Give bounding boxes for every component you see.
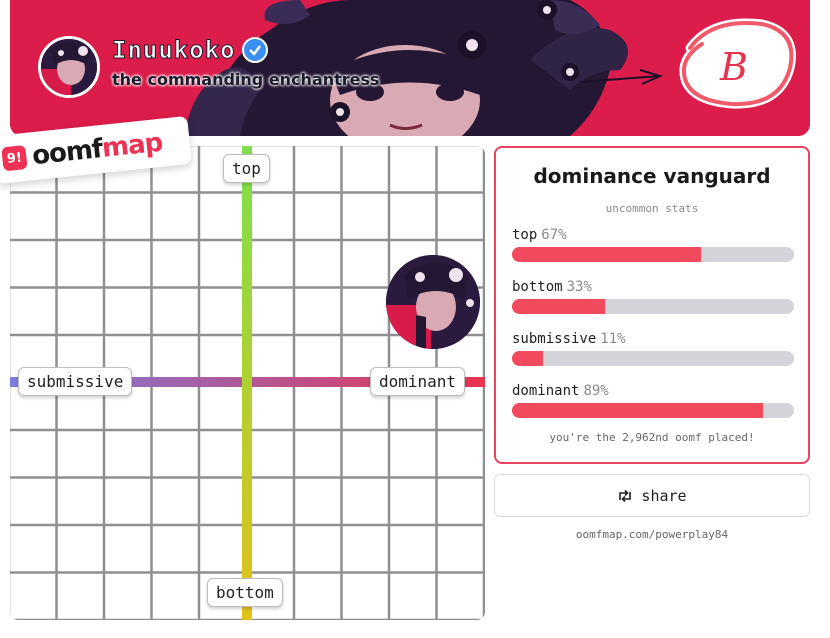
stat-percent: 33% xyxy=(566,279,592,295)
profile-avatar[interactable] xyxy=(38,36,100,98)
placement-count: you're the 2,962nd oomf placed! xyxy=(549,431,755,444)
logo-text-oomf: oomf xyxy=(30,134,104,172)
axis-label-submissive: submissive xyxy=(18,367,133,396)
result-subtitle: uncommon stats xyxy=(605,202,699,215)
stat-bottom: bottom 33% xyxy=(512,276,794,314)
stat-bar-fill xyxy=(512,299,606,314)
stat-label: bottom xyxy=(512,279,563,295)
grade-letter: B xyxy=(719,45,748,89)
alignment-chart: top bottom submissive dominant xyxy=(10,146,485,620)
axis-vertical xyxy=(242,146,252,620)
stat-bar-fill xyxy=(512,351,544,366)
logo-text: oomfmap xyxy=(31,128,164,171)
stat-percent: 11% xyxy=(600,331,626,347)
profile-subtitle: the commanding enchantress xyxy=(112,70,380,89)
repost-icon xyxy=(619,489,632,502)
stat-label: top xyxy=(512,227,538,243)
share-label: share xyxy=(641,486,687,505)
axis-label-dominant: dominant xyxy=(370,367,466,396)
stat-bar-fill xyxy=(512,247,701,262)
grade-b-stamp-icon: B xyxy=(679,18,796,109)
stat-submissive: submissive 11% xyxy=(512,328,794,366)
result-title: dominance vanguard xyxy=(533,164,771,188)
result-card: dominance vanguard uncommon stats top 67%… xyxy=(494,146,810,464)
logo-text-map: map xyxy=(100,127,164,164)
stat-bar-track xyxy=(512,299,794,314)
share-button[interactable]: share xyxy=(494,474,810,517)
stat-bar-track xyxy=(512,247,794,262)
stat-percent: 67% xyxy=(541,227,567,243)
profile-url[interactable]: oomfmap.com/powerplay84 xyxy=(494,528,810,541)
stat-bar-track xyxy=(512,351,794,366)
verified-check-icon xyxy=(241,37,268,63)
profile-banner: Inuukoko the commanding enchantress B xyxy=(10,0,810,136)
profile-name: Inuukoko xyxy=(112,36,268,65)
stat-top: top 67% xyxy=(512,224,794,262)
axis-label-bottom: bottom xyxy=(207,578,283,607)
profile-name-text: Inuukoko xyxy=(112,36,236,65)
stat-percent: 89% xyxy=(583,383,609,399)
map-pin-icon: 9! xyxy=(1,144,28,172)
chart-marker-avatar[interactable] xyxy=(385,255,480,350)
stat-bar-track xyxy=(512,403,794,418)
stat-dominant: dominant 89% xyxy=(512,380,794,418)
stat-bar-fill xyxy=(512,403,763,418)
axis-label-top: top xyxy=(223,154,270,183)
stat-label: dominant xyxy=(512,383,580,399)
stat-label: submissive xyxy=(512,331,597,347)
